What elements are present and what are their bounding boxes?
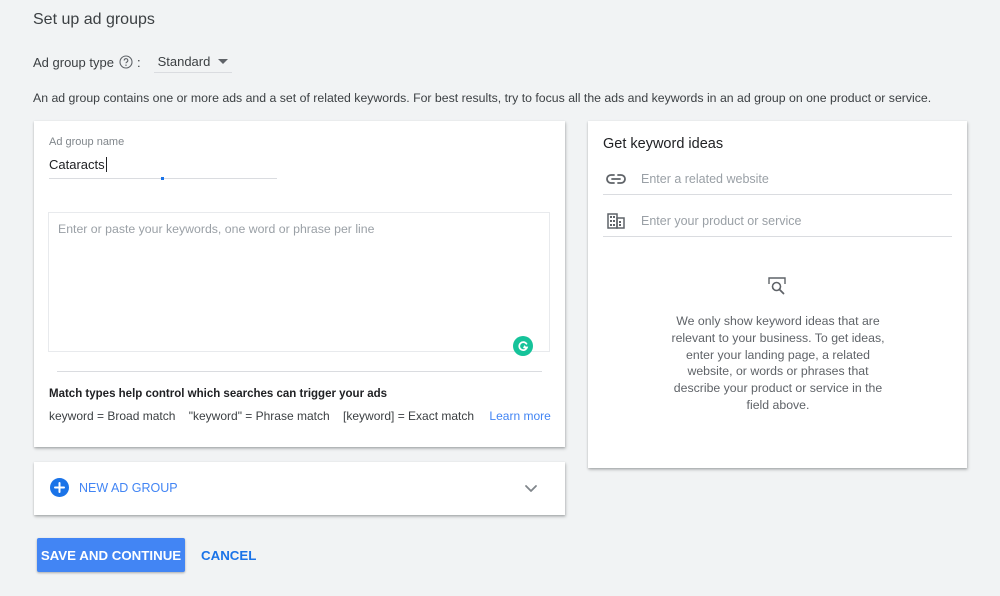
link-icon bbox=[605, 168, 627, 190]
cancel-button[interactable]: CANCEL bbox=[194, 538, 263, 572]
match-types-line: keyword = Broad match "keyword" = Phrase… bbox=[49, 409, 551, 423]
ad-group-description: An ad group contains one or more ads and… bbox=[33, 91, 932, 105]
dropdown-caret-icon bbox=[218, 59, 229, 64]
keywords-underline bbox=[57, 371, 542, 372]
ad-group-name-value: Cataracts bbox=[49, 157, 105, 172]
keyword-ideas-title: Get keyword ideas bbox=[603, 136, 724, 152]
match-type-exact: [keyword] = Exact match bbox=[343, 409, 475, 423]
colon: : bbox=[136, 54, 141, 70]
chevron-down-icon[interactable] bbox=[523, 480, 539, 496]
keyword-search-icon bbox=[766, 275, 788, 297]
ad-group-type-select[interactable]: Standard bbox=[153, 51, 233, 73]
related-website-placeholder: Enter a related website bbox=[641, 172, 769, 186]
keyword-ideas-message: We only show keyword ideas that are rele… bbox=[671, 314, 885, 412]
ad-group-card: Ad group name Cataracts Enter or paste y… bbox=[34, 121, 565, 447]
text-cursor bbox=[105, 157, 107, 172]
keywords-placeholder: Enter or paste your keywords, one word o… bbox=[58, 222, 375, 236]
keywords-textarea[interactable]: Enter or paste your keywords, one word o… bbox=[48, 212, 550, 372]
ad-group-type-value: Standard bbox=[157, 54, 211, 69]
match-type-phrase: "keyword" = Phrase match bbox=[188, 409, 330, 423]
ad-group-name-underline bbox=[49, 177, 277, 180]
new-ad-group-button[interactable]: NEW AD GROUP bbox=[50, 478, 178, 497]
match-types-title: Match types help control which searches … bbox=[49, 388, 388, 400]
related-website-input[interactable]: Enter a related website bbox=[603, 164, 952, 195]
ad-group-name-input[interactable]: Cataracts bbox=[49, 157, 107, 172]
ad-group-name-label: Ad group name bbox=[49, 136, 125, 148]
ad-group-type-label: Ad group type bbox=[33, 54, 114, 70]
add-circle-icon bbox=[50, 478, 69, 497]
business-icon bbox=[605, 210, 627, 232]
save-and-continue-button[interactable]: SAVE AND CONTINUE bbox=[37, 538, 185, 572]
product-service-input[interactable]: Enter your product or service bbox=[603, 206, 952, 237]
new-ad-group-card: NEW AD GROUP bbox=[34, 462, 565, 515]
learn-more-link[interactable]: Learn more bbox=[489, 409, 550, 423]
page-title: Set up ad groups bbox=[33, 11, 155, 28]
keyword-ideas-card: Get keyword ideas Enter a related websit… bbox=[588, 121, 967, 468]
grammarly-icon[interactable] bbox=[513, 336, 533, 356]
focus-indicator bbox=[161, 177, 164, 180]
new-ad-group-label: NEW AD GROUP bbox=[79, 480, 178, 495]
match-type-broad: keyword = Broad match bbox=[49, 409, 176, 423]
ad-group-type-row: Ad group type : Standard bbox=[33, 51, 233, 73]
help-icon[interactable] bbox=[119, 55, 133, 69]
product-service-placeholder: Enter your product or service bbox=[641, 214, 802, 228]
